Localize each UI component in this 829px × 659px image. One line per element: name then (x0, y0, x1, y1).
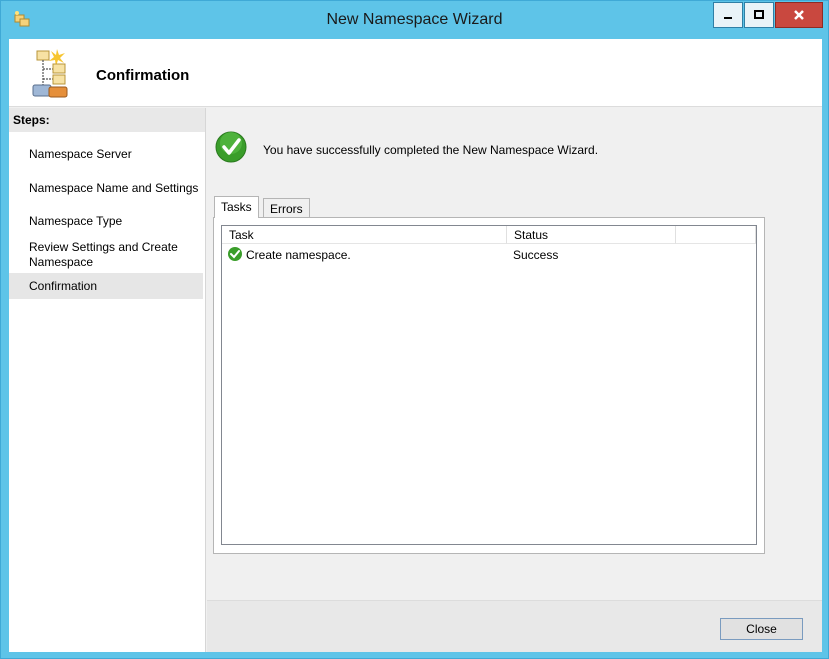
step-namespace-name-settings: Namespace Name and Settings (29, 181, 199, 195)
success-message: You have successfully completed the New … (263, 143, 599, 157)
minimize-button[interactable] (713, 2, 743, 28)
column-header-status[interactable]: Status (507, 226, 676, 244)
wizard-footer: Close (207, 600, 822, 652)
steps-heading: Steps: (9, 108, 205, 132)
main-content: You have successfully completed the New … (207, 108, 822, 600)
close-button[interactable]: Close (720, 618, 803, 640)
success-check-icon (215, 131, 247, 163)
column-header-task[interactable]: Task (222, 226, 507, 244)
step-namespace-server: Namespace Server (29, 147, 132, 161)
table-row[interactable]: Create namespace. Success (222, 246, 756, 264)
tab-tasks[interactable]: Tasks (214, 196, 259, 218)
title-bar[interactable]: New Namespace Wizard (1, 1, 828, 39)
wizard-window: New Namespace Wizard Confirmation Steps:… (0, 0, 829, 659)
tasks-tab-panel: Task Status Create namespace. Success (213, 217, 765, 554)
step-review-settings: Review Settings and Create Namespace (29, 240, 178, 269)
window-title: New Namespace Wizard (326, 11, 503, 28)
list-header: Task Status (222, 226, 756, 244)
tasks-list[interactable]: Task Status Create namespace. Success (221, 225, 757, 545)
wizard-header: Confirmation (9, 39, 822, 107)
page-title: Confirmation (96, 67, 190, 84)
task-cell: Create namespace. (246, 248, 351, 262)
tab-errors[interactable]: Errors (263, 198, 310, 217)
minimize-icon (724, 17, 732, 19)
wizard-client-area: Confirmation Steps: Namespace Server Nam… (9, 39, 822, 652)
close-icon (794, 10, 804, 20)
step-namespace-type: Namespace Type (29, 214, 123, 228)
close-window-button[interactable] (775, 2, 823, 28)
success-check-icon (227, 246, 243, 262)
step-confirmation: Confirmation (9, 273, 203, 299)
maximize-button[interactable] (744, 2, 774, 28)
status-cell: Success (513, 248, 559, 262)
steps-sidebar: Steps: Namespace Server Namespace Name a… (9, 108, 206, 652)
namespace-tree-icon (29, 47, 77, 101)
maximize-icon (754, 10, 764, 19)
column-header-empty (676, 226, 756, 244)
